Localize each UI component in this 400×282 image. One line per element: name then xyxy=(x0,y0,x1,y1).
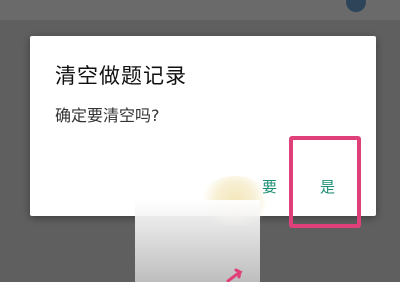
confirm-highlight-box xyxy=(289,136,361,228)
dialog-message: 确定要清空吗? xyxy=(55,106,160,125)
dialog-title: 清空做题记录 xyxy=(55,64,187,88)
background-header xyxy=(0,0,400,20)
cancel-button[interactable]: 要 xyxy=(258,174,281,199)
pointer-arrow-icon xyxy=(226,268,243,282)
background-text xyxy=(30,0,150,6)
avatar xyxy=(346,0,366,12)
